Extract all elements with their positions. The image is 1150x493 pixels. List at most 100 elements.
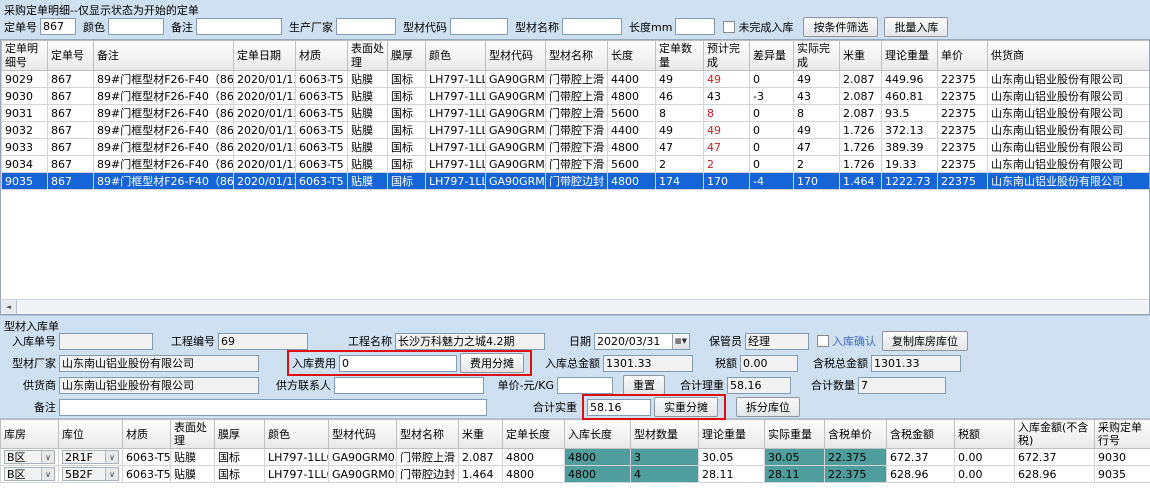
project-no-input[interactable] bbox=[218, 333, 308, 350]
column-header[interactable]: 理论重量 bbox=[699, 420, 765, 449]
inbound-no-input[interactable] bbox=[59, 333, 153, 350]
column-header[interactable]: 库房 bbox=[1, 420, 59, 449]
manufacturer-input[interactable] bbox=[59, 355, 259, 372]
supplier-input[interactable] bbox=[59, 377, 259, 394]
total-actual-weight-input[interactable] bbox=[587, 399, 651, 416]
table-row[interactable]: 902986789#门框型材F26-F40（866+867）2020/01/13… bbox=[2, 71, 1150, 88]
column-header[interactable]: 米重 bbox=[459, 420, 503, 449]
inbound-confirm-checkbox[interactable] bbox=[817, 335, 829, 347]
column-header[interactable]: 含税单价 bbox=[825, 420, 887, 449]
column-header[interactable]: 供货商 bbox=[988, 41, 1150, 71]
color-input[interactable] bbox=[108, 18, 164, 35]
chevron-down-icon[interactable]: ∨ bbox=[105, 468, 118, 480]
column-header[interactable]: 税额 bbox=[955, 420, 1015, 449]
profile-name-input[interactable] bbox=[562, 18, 622, 35]
column-header[interactable]: 定单数量 bbox=[656, 41, 704, 71]
inbound-total-input[interactable] bbox=[603, 355, 693, 372]
column-header[interactable]: 颜色 bbox=[426, 41, 486, 71]
chevron-down-icon[interactable]: ∨ bbox=[41, 451, 54, 463]
column-header[interactable]: 实际完成 bbox=[794, 41, 840, 71]
horizontal-scrollbar[interactable]: ◄ bbox=[0, 299, 1150, 315]
total-theory-weight-input[interactable] bbox=[727, 377, 791, 394]
calendar-dropdown-icon[interactable]: ▦▼ bbox=[672, 334, 689, 349]
location-combo[interactable]: 2R1F∨ bbox=[62, 450, 119, 464]
producer-input[interactable] bbox=[336, 18, 396, 35]
date-picker[interactable]: 2020/03/31 ▦▼ bbox=[594, 333, 690, 350]
column-header[interactable]: 型材代码 bbox=[329, 420, 397, 449]
column-header[interactable]: 膜厚 bbox=[388, 41, 426, 71]
column-header[interactable]: 预计完成 bbox=[704, 41, 750, 71]
total-with-tax-input[interactable] bbox=[871, 355, 961, 372]
remark-field-input[interactable] bbox=[59, 399, 487, 416]
grid-cell: 国标 bbox=[215, 449, 265, 466]
table-row[interactable]: 903086789#门框型材F26-F40（866+867）2020/01/13… bbox=[2, 88, 1150, 105]
column-header[interactable]: 含税金额 bbox=[887, 420, 955, 449]
chevron-down-icon[interactable]: ∨ bbox=[105, 451, 118, 463]
column-header[interactable]: 材质 bbox=[123, 420, 171, 449]
column-header[interactable]: 表面处理 bbox=[171, 420, 215, 449]
form-row-4: 备注 合计实重 实重分摊 拆分库位 bbox=[0, 396, 1150, 418]
column-header[interactable]: 定单长度 bbox=[503, 420, 565, 449]
column-header[interactable]: 材质 bbox=[296, 41, 348, 71]
column-header[interactable]: 定单明细号 bbox=[2, 41, 48, 71]
warehouse-combo[interactable]: B区∨ bbox=[4, 450, 55, 464]
grid-cell: GA90GRM04 bbox=[486, 139, 546, 156]
remark-input[interactable] bbox=[196, 18, 282, 35]
grid-cell: 6063-T5 bbox=[296, 173, 348, 190]
column-header[interactable]: 差异量 bbox=[750, 41, 794, 71]
batch-inbound-button[interactable]: 批量入库 bbox=[884, 17, 948, 37]
column-header[interactable]: 长度 bbox=[608, 41, 656, 71]
order-no-input[interactable] bbox=[40, 18, 76, 35]
column-header[interactable]: 型材代码 bbox=[486, 41, 546, 71]
column-header[interactable]: 单价 bbox=[938, 41, 988, 71]
copy-location-button[interactable]: 复制库房库位 bbox=[882, 331, 968, 351]
column-header[interactable]: 膜厚 bbox=[215, 420, 265, 449]
unfinished-checkbox[interactable] bbox=[723, 21, 735, 33]
column-header[interactable]: 库位 bbox=[59, 420, 123, 449]
warehouse-combo[interactable]: B区∨ bbox=[4, 467, 55, 481]
length-input[interactable] bbox=[675, 18, 715, 35]
scroll-left-icon[interactable]: ◄ bbox=[1, 300, 17, 314]
column-header[interactable]: 定单号 bbox=[48, 41, 94, 71]
column-header[interactable]: 采购定单行号 bbox=[1095, 420, 1150, 449]
column-header[interactable]: 米重 bbox=[840, 41, 882, 71]
total-qty-input[interactable] bbox=[858, 377, 946, 394]
fee-allocate-button[interactable]: 费用分摊 bbox=[460, 353, 524, 373]
reset-button[interactable]: 重置 bbox=[623, 375, 665, 395]
column-header[interactable]: 理论重量 bbox=[882, 41, 938, 71]
table-row[interactable]: 903186789#门框型材F26-F40（866+867）2020/01/13… bbox=[2, 105, 1150, 122]
grid-cell: 9029 bbox=[2, 71, 48, 88]
grid-cell: 89#门框型材F26-F40（866+867） bbox=[94, 105, 234, 122]
column-header[interactable]: 定单日期 bbox=[234, 41, 296, 71]
scrollbar-track[interactable] bbox=[17, 300, 1149, 314]
supplier-contact-input[interactable] bbox=[334, 377, 484, 394]
column-header[interactable]: 颜色 bbox=[265, 420, 329, 449]
column-header[interactable]: 表面处理 bbox=[348, 41, 388, 71]
grid-cell: B区∨ bbox=[1, 466, 59, 483]
project-name-input[interactable] bbox=[395, 333, 545, 350]
table-row[interactable]: B区∨5B2F∨6063-T5贴膜国标LH797-1LL0GA90GRM05门带… bbox=[1, 466, 1150, 483]
actual-weight-allocate-button[interactable]: 实重分摊 bbox=[654, 397, 718, 417]
tax-input[interactable] bbox=[740, 355, 798, 372]
table-row[interactable]: 903386789#门框型材F26-F40（866+867）2020/01/13… bbox=[2, 139, 1150, 156]
profile-code-input[interactable] bbox=[450, 18, 508, 35]
table-row[interactable]: 903286789#门框型材F26-F40（866+867）2020/01/13… bbox=[2, 122, 1150, 139]
keeper-input[interactable] bbox=[745, 333, 809, 350]
column-header[interactable]: 型材名称 bbox=[546, 41, 608, 71]
table-row[interactable]: B区∨2R1F∨6063-T5贴膜国标LH797-1LL0GA90GRM03门带… bbox=[1, 449, 1150, 466]
chevron-down-icon[interactable]: ∨ bbox=[41, 468, 54, 480]
filter-button[interactable]: 按条件筛选 bbox=[803, 17, 878, 37]
column-header[interactable]: 型材名称 bbox=[397, 420, 459, 449]
split-location-button[interactable]: 拆分库位 bbox=[736, 397, 800, 417]
inbound-fee-input[interactable] bbox=[339, 355, 457, 372]
column-header[interactable]: 入库长度 bbox=[565, 420, 631, 449]
column-header[interactable]: 入库金额(不含税) bbox=[1015, 420, 1095, 449]
table-row[interactable]: 903486789#门框型材F26-F40（866+867）2020/01/13… bbox=[2, 156, 1150, 173]
location-combo[interactable]: 5B2F∨ bbox=[62, 467, 119, 481]
table-row[interactable]: 903586789#门框型材F26-F40（866+867）2020/01/13… bbox=[2, 173, 1150, 190]
unit-price-input[interactable] bbox=[557, 377, 613, 394]
column-header[interactable]: 型材数量 bbox=[631, 420, 699, 449]
column-header[interactable]: 实际重量 bbox=[765, 420, 825, 449]
grid-cell: 28.11 bbox=[765, 466, 825, 483]
column-header[interactable]: 备注 bbox=[94, 41, 234, 71]
